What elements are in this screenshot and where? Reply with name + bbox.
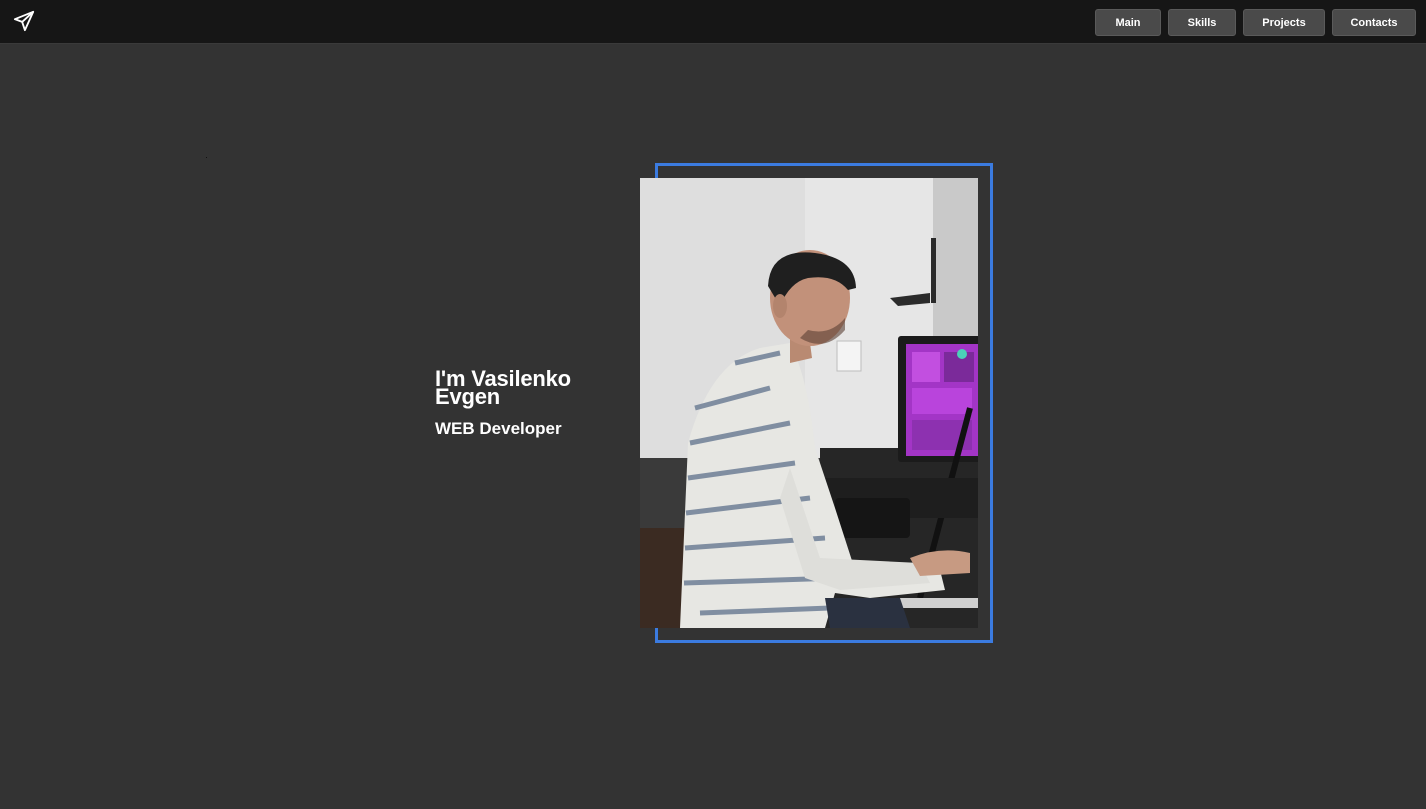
nav-contacts-button[interactable]: Contacts xyxy=(1332,9,1416,36)
hero-name: I'm Vasilenko Evgen xyxy=(435,366,571,409)
hero-intro: I'm Vasilenko Evgen WEB Developer xyxy=(435,366,625,439)
main-nav: Main Skills Projects Contacts xyxy=(1095,9,1416,36)
profile-photo xyxy=(640,178,978,628)
nav-skills-button[interactable]: Skills xyxy=(1168,9,1236,36)
nav-main-button[interactable]: Main xyxy=(1095,9,1161,36)
hero-role: WEB Developer xyxy=(435,419,562,438)
nav-projects-button[interactable]: Projects xyxy=(1243,9,1325,36)
paper-plane-icon[interactable] xyxy=(13,10,35,32)
stray-dot xyxy=(206,157,207,158)
top-navbar: Main Skills Projects Contacts xyxy=(0,0,1426,44)
